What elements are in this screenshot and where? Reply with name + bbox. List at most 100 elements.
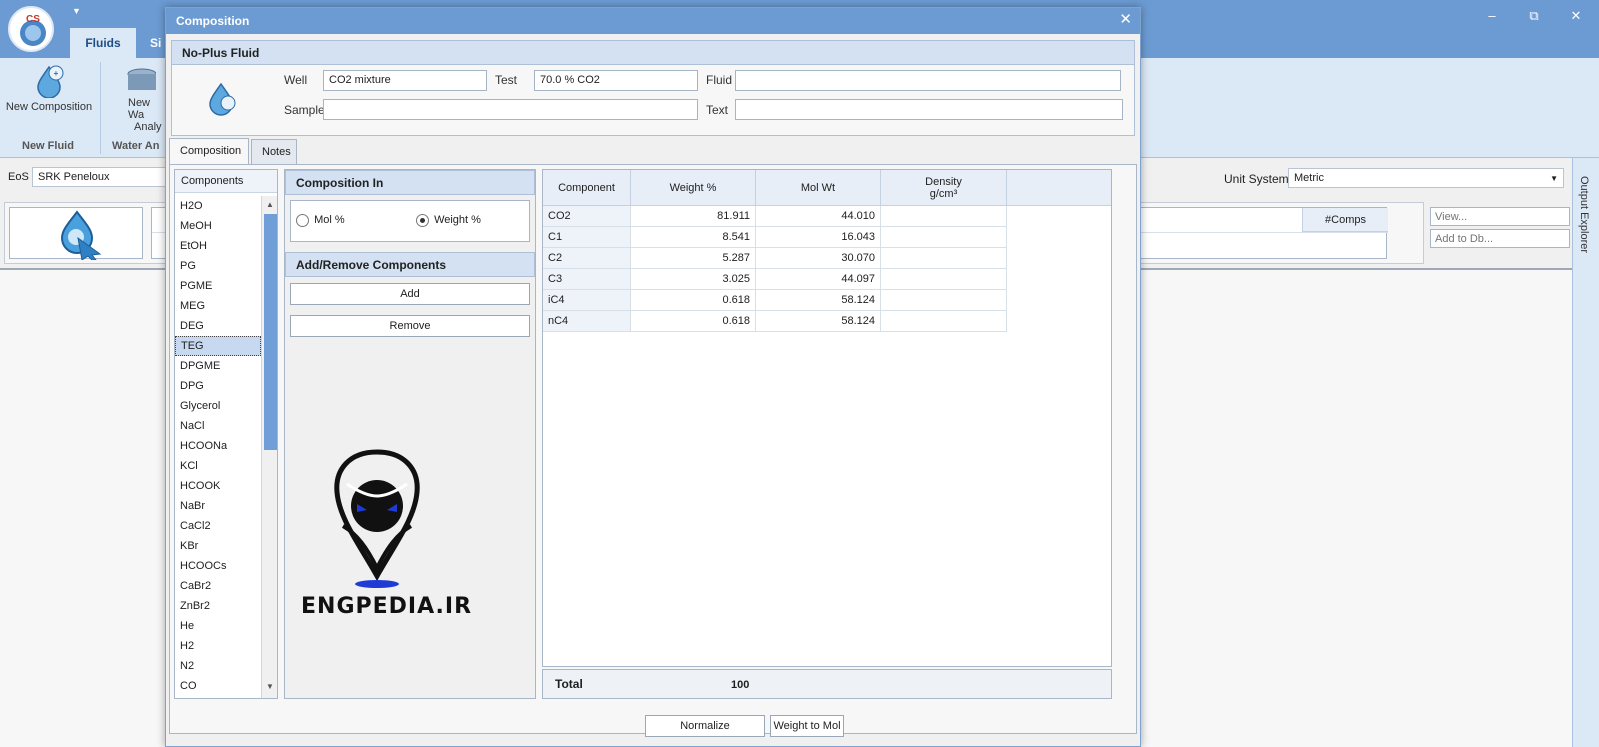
new-water-analysis-button[interactable]: New Wa Analy bbox=[122, 64, 168, 133]
weight-percent-radio[interactable]: Weight % bbox=[416, 214, 481, 227]
cell-density[interactable] bbox=[881, 206, 1007, 226]
cell-component[interactable]: C2 bbox=[543, 248, 631, 268]
cell-weight[interactable]: 5.287 bbox=[631, 248, 756, 268]
cell-component[interactable]: CO2 bbox=[543, 206, 631, 226]
remove-button[interactable]: Remove bbox=[290, 315, 530, 337]
list-item[interactable]: MeOH bbox=[175, 216, 261, 236]
grid-header-weight[interactable]: Weight % bbox=[631, 170, 756, 206]
cell-density[interactable] bbox=[881, 227, 1007, 247]
list-item[interactable]: CaCl2 bbox=[175, 516, 261, 536]
list-item[interactable]: Ar bbox=[175, 696, 261, 698]
radio-unchecked-icon bbox=[296, 214, 309, 227]
output-explorer-label[interactable]: Output Explorer bbox=[1578, 176, 1590, 253]
tab-notes[interactable]: Notes bbox=[251, 139, 297, 165]
list-item[interactable]: HCOOCs bbox=[175, 556, 261, 576]
app-logo[interactable]: CS bbox=[8, 6, 54, 52]
weight-to-mol-button[interactable]: Weight to Mol bbox=[770, 715, 844, 737]
normalize-button[interactable]: Normalize bbox=[645, 715, 765, 737]
ribbon-tab-fluids[interactable]: Fluids bbox=[70, 28, 136, 58]
cell-density[interactable] bbox=[881, 248, 1007, 268]
text-input[interactable] bbox=[735, 99, 1123, 120]
list-item[interactable]: H2 bbox=[175, 636, 261, 656]
ribbon-tab-simulation[interactable]: Si bbox=[150, 36, 161, 50]
grid-header-component[interactable]: Component bbox=[543, 170, 631, 206]
sample-input[interactable] bbox=[323, 99, 698, 120]
list-item[interactable]: He bbox=[175, 616, 261, 636]
fluid-input[interactable] bbox=[735, 70, 1121, 91]
list-item-selected[interactable]: TEG bbox=[175, 336, 261, 356]
view-input[interactable] bbox=[1430, 207, 1570, 226]
quick-access-dropdown-icon[interactable]: ▼ bbox=[72, 6, 81, 16]
dialog-close-icon[interactable]: ✕ bbox=[1119, 12, 1132, 28]
radio-checked-icon bbox=[416, 214, 429, 227]
add-to-db-input[interactable] bbox=[1430, 229, 1570, 248]
new-composition-button[interactable]: + New Composition bbox=[4, 64, 94, 113]
mol-percent-radio[interactable]: Mol % bbox=[296, 214, 345, 227]
cell-density[interactable] bbox=[881, 269, 1007, 289]
cell-density[interactable] bbox=[881, 290, 1007, 310]
cell-weight[interactable]: 0.618 bbox=[631, 290, 756, 310]
cell-component[interactable]: iC4 bbox=[543, 290, 631, 310]
list-item[interactable]: DEG bbox=[175, 316, 261, 336]
add-button[interactable]: Add bbox=[290, 283, 530, 305]
list-item[interactable]: PG bbox=[175, 256, 261, 276]
list-item[interactable]: DPG bbox=[175, 376, 261, 396]
tab-composition[interactable]: Composition bbox=[169, 138, 249, 165]
list-item[interactable]: KCl bbox=[175, 456, 261, 476]
list-item[interactable]: ZnBr2 bbox=[175, 596, 261, 616]
cell-weight[interactable]: 81.911 bbox=[631, 206, 756, 226]
cell-molwt[interactable]: 16.043 bbox=[756, 227, 881, 247]
table-row[interactable]: iC4 0.618 58.124 bbox=[543, 290, 1007, 311]
well-input[interactable]: CO2 mixture bbox=[323, 70, 487, 91]
list-item[interactable]: MEG bbox=[175, 296, 261, 316]
table-row[interactable]: C3 3.025 44.097 bbox=[543, 269, 1007, 290]
cell-molwt[interactable]: 58.124 bbox=[756, 311, 881, 331]
table-row[interactable]: CO2 81.911 44.010 bbox=[543, 206, 1007, 227]
cell-molwt[interactable]: 44.010 bbox=[756, 206, 881, 226]
list-item[interactable]: Glycerol bbox=[175, 396, 261, 416]
cell-density[interactable] bbox=[881, 311, 1007, 331]
scrollbar-thumb[interactable] bbox=[264, 214, 277, 450]
list-item[interactable]: HCOOK bbox=[175, 476, 261, 496]
open-fluid-button[interactable] bbox=[9, 207, 143, 261]
list-item[interactable]: CaBr2 bbox=[175, 576, 261, 596]
minimize-icon[interactable]: – bbox=[1482, 8, 1502, 23]
cell-weight[interactable]: 3.025 bbox=[631, 269, 756, 289]
list-item[interactable]: H2O bbox=[175, 196, 261, 216]
table-row[interactable]: C1 8.541 16.043 bbox=[543, 227, 1007, 248]
text-label: Text bbox=[706, 103, 729, 117]
list-item[interactable]: EtOH bbox=[175, 236, 261, 256]
cell-molwt[interactable]: 58.124 bbox=[756, 290, 881, 310]
cell-weight[interactable]: 8.541 bbox=[631, 227, 756, 247]
list-item[interactable]: HCOONa bbox=[175, 436, 261, 456]
grid-header-molwt[interactable]: Mol Wt bbox=[756, 170, 881, 206]
cell-molwt[interactable]: 44.097 bbox=[756, 269, 881, 289]
eos-select[interactable]: SRK Peneloux bbox=[32, 167, 168, 187]
cell-component[interactable]: C3 bbox=[543, 269, 631, 289]
components-list[interactable]: Components H2O MeOH EtOH PG PGME MEG DEG… bbox=[174, 169, 278, 699]
list-item[interactable]: KBr bbox=[175, 536, 261, 556]
unit-system-select[interactable]: Metric ▼ bbox=[1288, 168, 1564, 188]
scroll-down-icon[interactable]: ▼ bbox=[262, 682, 277, 691]
app-close-icon[interactable]: ✕ bbox=[1566, 8, 1586, 24]
test-input[interactable]: 70.0 % CO2 bbox=[534, 70, 698, 91]
list-item[interactable]: NaBr bbox=[175, 496, 261, 516]
svg-text:+: + bbox=[54, 69, 59, 78]
scroll-up-icon[interactable]: ▲ bbox=[262, 200, 277, 209]
cell-weight[interactable]: 0.618 bbox=[631, 311, 756, 331]
cell-component[interactable]: nC4 bbox=[543, 311, 631, 331]
composition-grid[interactable]: Component Weight % Mol Wt Density g/cm³ … bbox=[542, 169, 1112, 667]
restore-icon[interactable]: ⧉ bbox=[1524, 8, 1544, 24]
grid-header-density[interactable]: Density g/cm³ bbox=[881, 170, 1007, 206]
table-row[interactable]: C2 5.287 30.070 bbox=[543, 248, 1007, 269]
list-item[interactable]: N2 bbox=[175, 656, 261, 676]
list-item[interactable]: DPGME bbox=[175, 356, 261, 376]
comps-column-header[interactable]: #Comps bbox=[1302, 208, 1388, 232]
list-item[interactable]: NaCl bbox=[175, 416, 261, 436]
list-item[interactable]: PGME bbox=[175, 276, 261, 296]
table-row[interactable]: nC4 0.618 58.124 bbox=[543, 311, 1007, 332]
components-scrollbar[interactable]: ▲ ▼ bbox=[261, 196, 277, 698]
list-item[interactable]: CO bbox=[175, 676, 261, 696]
cell-component[interactable]: C1 bbox=[543, 227, 631, 247]
cell-molwt[interactable]: 30.070 bbox=[756, 248, 881, 268]
